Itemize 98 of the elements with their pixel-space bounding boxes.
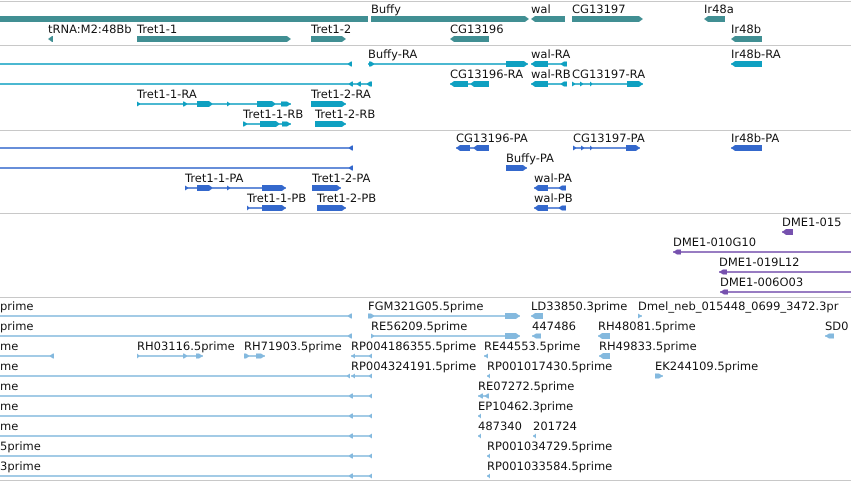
feature-label: RP004324191.5prime [351, 359, 476, 373]
transcript-glyph[interactable] [531, 61, 567, 67]
feature-label: RH49833.5prime [599, 339, 697, 353]
gene-glyph[interactable] [311, 36, 346, 42]
feature-label: wal-PA [534, 171, 572, 185]
feature-label: CG13197-RA [572, 67, 646, 81]
feature-label: EP10462.3prime [478, 399, 574, 413]
transcript-glyph[interactable] [312, 185, 341, 191]
feature-label: RH03116.5prime [137, 339, 235, 353]
feature-label: CG13196-RA [450, 67, 524, 81]
gene-glyph[interactable] [450, 36, 489, 42]
transcript-glyph[interactable] [137, 101, 291, 107]
feature-label: 447486 [532, 319, 576, 333]
feature-label: Tret1-1 [137, 22, 178, 36]
transcript-glyph[interactable] [673, 250, 851, 254]
feature-label: prime [0, 299, 34, 313]
feature-label: CG13197 [572, 2, 626, 16]
transcript-glyph[interactable] [0, 82, 372, 86]
feature-label: Tret1-1-RA [137, 87, 197, 101]
transcript-glyph[interactable] [315, 121, 346, 127]
feature-label: wal-RB [531, 67, 571, 81]
transcript-glyph[interactable] [243, 121, 291, 127]
gene-glyph[interactable] [704, 16, 725, 22]
feature-label: DME1-006O03 [720, 275, 804, 289]
feature-label: me [0, 419, 18, 433]
feature-label: Dmel_neb_015448_0699_3472.3pr [638, 299, 838, 313]
transcript-glyph[interactable] [450, 81, 489, 87]
feature-label: SD0 [825, 319, 848, 333]
feature-label: RH71903.5prime [244, 339, 342, 353]
transcript-glyph[interactable] [731, 145, 762, 151]
feature-label: Ir48b [731, 22, 762, 36]
transcript-glyph[interactable] [0, 146, 353, 150]
transcript-glyph[interactable] [0, 166, 353, 170]
feature-label: me [0, 339, 18, 353]
feature-label: CG13196-PA [456, 131, 528, 145]
transcript-glyph[interactable] [572, 81, 643, 87]
feature-label: Buffy-RA [368, 47, 418, 61]
feature-label: RP001033584.5prime [487, 459, 612, 473]
transcript-glyph[interactable] [506, 165, 527, 171]
feature-label: me [0, 359, 18, 373]
feature-label: Ir48a [704, 2, 734, 16]
transcript-glyph[interactable] [719, 270, 851, 274]
transcript-glyph[interactable] [720, 290, 851, 294]
transcript-glyph[interactable] [456, 145, 489, 151]
feature-label: Tret1-2 [311, 22, 352, 36]
feature-label: wal-RA [531, 47, 570, 61]
feature-label: RP004186355.5prime [351, 339, 476, 353]
feature-label: me [0, 379, 18, 393]
feature-label: tRNA:M2:48Bb [48, 22, 132, 36]
feature-label: DME1-019L12 [719, 255, 800, 269]
transcript-glyph[interactable] [311, 101, 346, 107]
transcript-glyph[interactable] [534, 185, 566, 191]
feature-label: 3prime [0, 459, 41, 473]
feature-label: wal-PB [534, 191, 573, 205]
feature-label: Tret1-1-PB [247, 191, 306, 205]
feature-label: Tret1-2-PA [312, 171, 370, 185]
gene-glyph[interactable] [531, 16, 565, 22]
transcript-glyph[interactable] [782, 229, 793, 235]
feature-label: Tret1-2-PB [317, 191, 376, 205]
transcript-glyph[interactable] [573, 145, 640, 151]
feature-label: Tret1-2-RA [311, 87, 371, 101]
feature-label: prime [0, 319, 34, 333]
transcript-glyph[interactable] [185, 185, 286, 191]
feature-label: CG13197-PA [573, 131, 645, 145]
transcript-glyph[interactable] [531, 81, 567, 87]
gene-glyph[interactable] [731, 36, 762, 42]
feature-label: 5prime [0, 439, 41, 453]
feature-label: 201724 [533, 419, 577, 433]
gene-glyph[interactable] [48, 36, 53, 42]
transcript-glyph[interactable] [247, 205, 286, 211]
feature-label: RE44553.5prime [484, 339, 580, 353]
transcript-glyph[interactable] [534, 205, 566, 211]
feature-label: wal [531, 2, 551, 16]
feature-label: 487340 [478, 419, 522, 433]
feature-label: EK244109.5prime [655, 359, 758, 373]
feature-label: CG13196 [450, 22, 504, 36]
feature-label: Ir48b-PA [731, 131, 780, 145]
feature-label: RE56209.5prime [371, 319, 468, 333]
feature-label: Tret1-2-RB [315, 107, 376, 121]
transcript-glyph[interactable] [368, 61, 528, 67]
transcript-glyph[interactable] [317, 205, 346, 211]
feature-label: FGM321G05.5prime [368, 299, 484, 313]
feature-label: Buffy-PA [506, 151, 554, 165]
feature-label: Tret1-1-RB [243, 107, 304, 121]
feature-label: me [0, 399, 18, 413]
feature-label: Tret1-1-PA [185, 171, 244, 185]
feature-label: Buffy [371, 2, 401, 16]
feature-label: DME1-015 [782, 215, 842, 229]
feature-label: Ir48b-RA [731, 47, 781, 61]
transcript-glyph[interactable] [0, 62, 352, 66]
feature-label: RP001034729.5prime [487, 439, 612, 453]
feature-label: RP001017430.5prime [487, 359, 612, 373]
feature-label: RH48081.5prime [598, 319, 696, 333]
transcript-glyph[interactable] [731, 61, 762, 67]
feature-label: RE07272.5prime [478, 379, 574, 393]
gene-glyph[interactable] [572, 16, 643, 22]
feature-label: LD33850.3prime [531, 299, 628, 313]
feature-label: DME1-010G10 [673, 235, 756, 249]
